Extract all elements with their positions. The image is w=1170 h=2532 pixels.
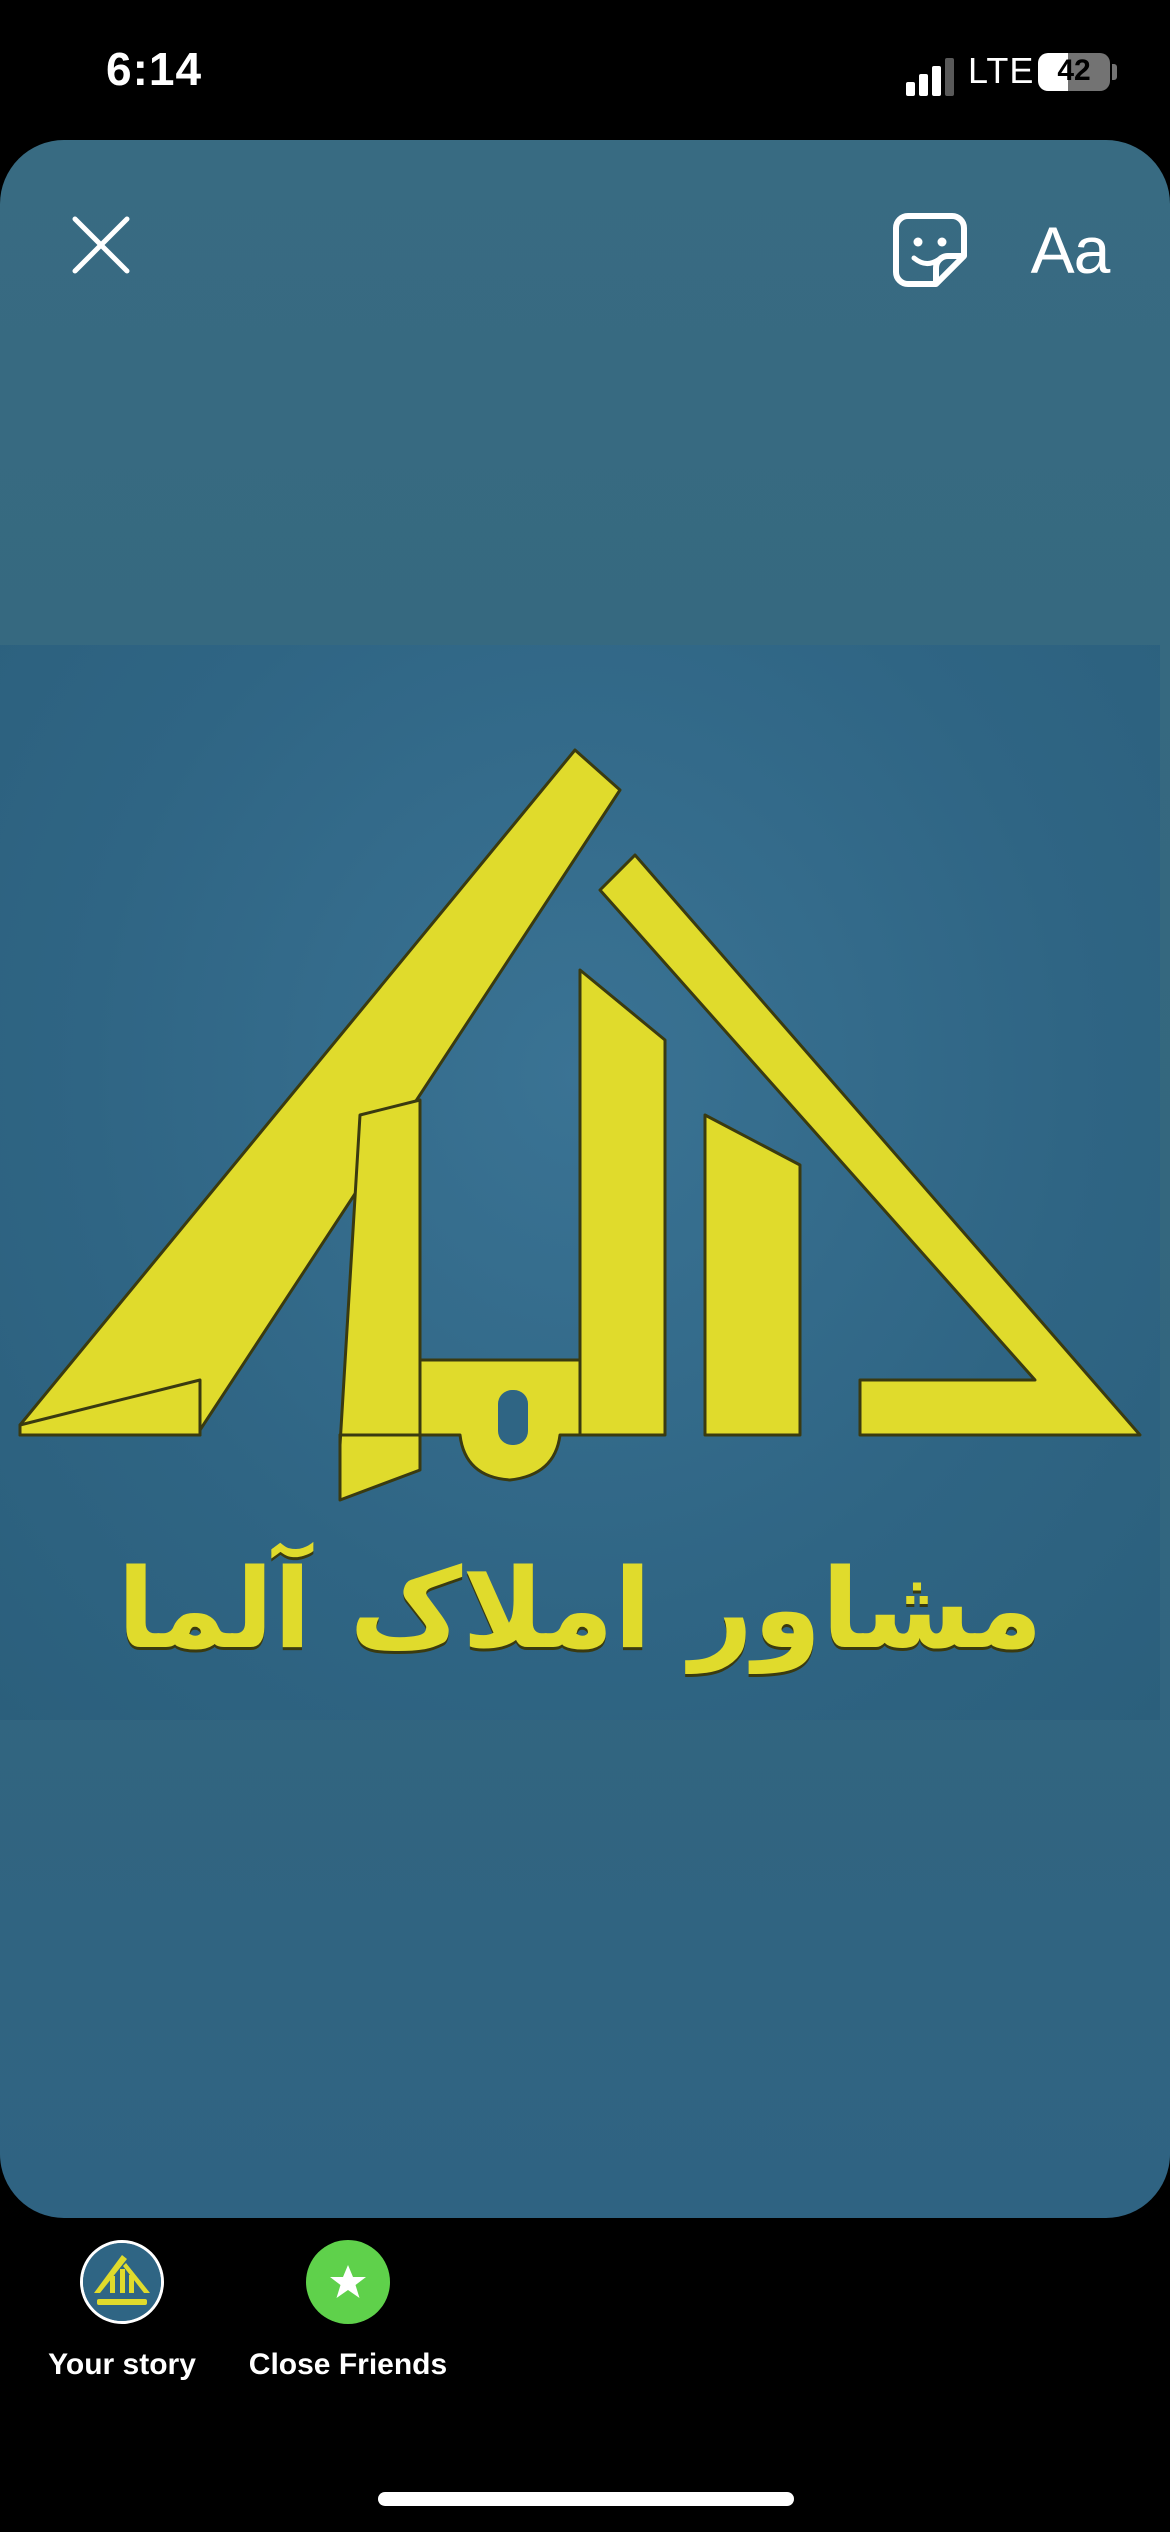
sticker-icon <box>893 213 967 287</box>
share-targets: Your story Close Friends <box>0 2240 1170 2430</box>
story-canvas[interactable]: Aa مشاور املاک آلما <box>0 140 1170 2218</box>
close-friends-button[interactable]: Close Friends <box>236 2240 460 2382</box>
close-friends-badge <box>306 2240 390 2324</box>
home-indicator[interactable] <box>378 2492 794 2506</box>
story-editor-screen: 6:14 LTE 42 Aa مشاور املاک آلما Your sto… <box>0 0 1170 2532</box>
close-friends-label: Close Friends <box>248 2348 448 2381</box>
your-story-avatar <box>80 2240 164 2324</box>
status-bar: 6:14 LTE 42 <box>0 0 1170 140</box>
story-photo: مشاور املاک آلما <box>0 645 1160 1720</box>
sticker-button[interactable] <box>880 200 980 300</box>
star-icon <box>330 2265 366 2298</box>
your-story-button[interactable]: Your story <box>30 2240 214 2382</box>
cellular-signal-icon <box>906 56 958 96</box>
battery-nub <box>1112 64 1117 80</box>
text-tool-button[interactable]: Aa <box>1010 200 1130 300</box>
logo-caption: مشاور املاک آلما <box>117 1545 1043 1673</box>
close-icon <box>72 216 130 274</box>
close-button[interactable] <box>56 200 146 290</box>
battery-level: 42 <box>1057 54 1091 87</box>
status-time: 6:14 <box>106 43 203 95</box>
battery-icon: 42 <box>1038 53 1110 91</box>
alma-logo-thumbnail <box>83 2243 161 2321</box>
your-story-label: Your story <box>48 2348 196 2381</box>
network-type: LTE <box>968 50 1035 91</box>
